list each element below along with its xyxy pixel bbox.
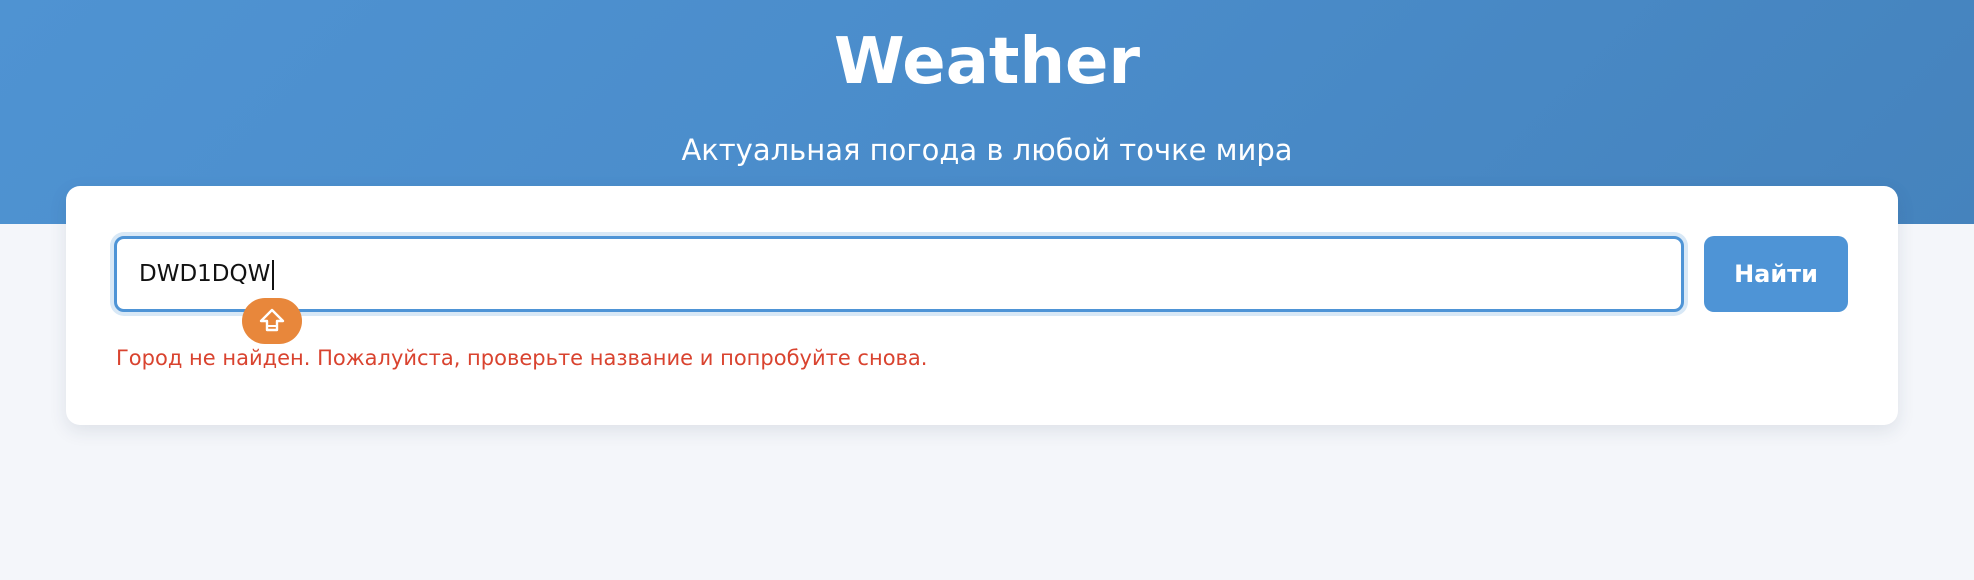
- shift-arrow-glyph: [259, 308, 285, 332]
- city-search-input[interactable]: [114, 236, 1684, 312]
- search-button[interactable]: Найти: [1704, 236, 1848, 312]
- error-message: Город не найден. Пожалуйста, проверьте н…: [116, 346, 928, 370]
- shift-arrow-icon: [242, 298, 302, 344]
- page-title: Weather: [833, 25, 1141, 99]
- page-subtitle: Актуальная погода в любой точке мира: [681, 133, 1293, 167]
- search-card: Найти Город не найден. Пожалуйста, прове…: [66, 186, 1898, 425]
- text-cursor: [272, 260, 274, 290]
